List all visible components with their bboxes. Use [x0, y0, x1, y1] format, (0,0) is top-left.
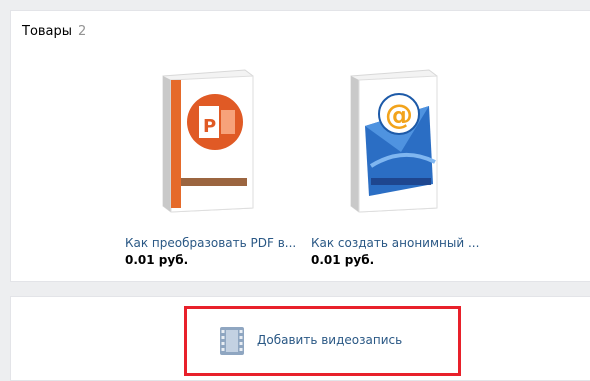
product-price: 0.01 руб. [311, 253, 375, 267]
goods-count: 2 [78, 24, 87, 39]
svg-text:@: @ [385, 98, 413, 131]
add-video-button[interactable]: Добавить видеозапись [184, 306, 461, 376]
svg-text:P: P [203, 116, 216, 137]
goods-title[interactable]: Товары [22, 24, 72, 39]
product-cover-image[interactable]: @ [311, 66, 491, 216]
film-icon [220, 327, 244, 355]
product-title[interactable]: Как преобразовать PDF в... [125, 236, 305, 250]
add-video-label[interactable]: Добавить видеозапись [257, 333, 402, 347]
goods-header[interactable]: Товары 2 [22, 24, 86, 39]
product-cover-image[interactable]: P [125, 66, 305, 216]
product-title[interactable]: Как создать анонимный ... [311, 236, 491, 250]
product-price: 0.01 руб. [125, 253, 189, 267]
